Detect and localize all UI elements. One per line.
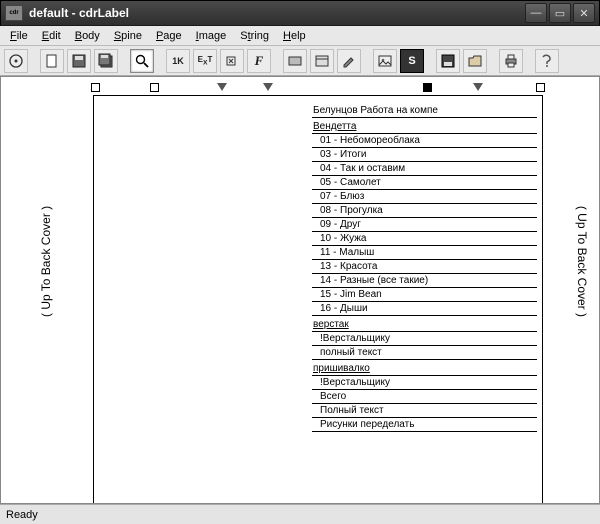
status-text: Ready xyxy=(6,509,38,521)
ruler-handle[interactable] xyxy=(91,83,100,92)
save-all-icon[interactable] xyxy=(94,49,118,73)
window-buttons: — ▭ ✕ xyxy=(525,3,595,23)
track-row[interactable]: 16 - Дыши xyxy=(312,302,537,316)
statusbar: Ready xyxy=(0,504,600,524)
menu-body-label: ody xyxy=(82,30,100,42)
ruler-marker-icon xyxy=(217,83,227,91)
track-list: Белунцов Работа на компе Вендетта 01 - Н… xyxy=(312,104,537,432)
ruler xyxy=(1,83,599,93)
menu-spine[interactable]: Spine xyxy=(108,28,148,44)
menu-file-label: ile xyxy=(17,30,28,42)
menu-string-label: String xyxy=(240,30,269,42)
group-header[interactable]: Белунцов Работа на компе xyxy=(312,104,537,118)
menu-string[interactable]: String xyxy=(234,28,275,44)
left-side-label: ( Up To Back Cover ) xyxy=(39,206,53,317)
right-side-label: ( Up To Back Cover ) xyxy=(575,206,589,317)
track-row[interactable]: 05 - Самолет xyxy=(312,176,537,190)
menu-help-label: elp xyxy=(291,30,306,42)
titlebar: cdr default - cdrLabel — ▭ ✕ xyxy=(0,0,600,26)
ruler-marker-icon xyxy=(263,83,273,91)
track-row[interactable]: Всего xyxy=(312,390,537,404)
disk-icon[interactable] xyxy=(436,49,460,73)
track-row[interactable]: 09 - Друг xyxy=(312,218,537,232)
1k-label: 1K xyxy=(172,56,184,66)
track-row[interactable]: 01 - Небомореоблака xyxy=(312,134,537,148)
group-header[interactable]: пришивалко xyxy=(312,362,537,376)
maximize-button[interactable]: ▭ xyxy=(549,3,571,23)
track-row[interactable]: 15 - Jim Bean xyxy=(312,288,537,302)
track-row[interactable]: 08 - Прогулка xyxy=(312,204,537,218)
workspace[interactable]: ( Up To Back Cover ) ( Up To Back Cover … xyxy=(0,76,600,504)
s-button[interactable]: S xyxy=(400,49,424,73)
palette-icon[interactable] xyxy=(283,49,307,73)
menu-help[interactable]: Help xyxy=(277,28,312,44)
zoom-icon[interactable] xyxy=(130,49,154,73)
edit-icon[interactable] xyxy=(337,49,361,73)
menu-file[interactable]: File xyxy=(4,28,34,44)
font-icon[interactable]: F xyxy=(247,49,271,73)
window-icon[interactable] xyxy=(310,49,334,73)
track-row[interactable]: !Верстальщику xyxy=(312,332,537,346)
1k-button[interactable]: 1K xyxy=(166,49,190,73)
help-icon[interactable] xyxy=(535,49,559,73)
track-row[interactable]: 10 - Жужа xyxy=(312,232,537,246)
track-row[interactable]: 03 - Итоги xyxy=(312,148,537,162)
track-row[interactable]: 13 - Красота xyxy=(312,260,537,274)
tool-script-icon[interactable] xyxy=(220,49,244,73)
label-page[interactable]: Белунцов Работа на компе Вендетта 01 - Н… xyxy=(93,95,543,504)
track-row[interactable]: 07 - Блюз xyxy=(312,190,537,204)
menu-image-label: mage xyxy=(199,30,227,42)
menu-edit-label: dit xyxy=(49,30,61,42)
ruler-marker-icon xyxy=(473,83,483,91)
track-row[interactable]: 04 - Так и оставим xyxy=(312,162,537,176)
menu-body[interactable]: Body xyxy=(69,28,106,44)
menu-spine-label: pine xyxy=(121,30,142,42)
ruler-handle[interactable] xyxy=(536,83,545,92)
track-row[interactable]: 11 - Малыш xyxy=(312,246,537,260)
window-title: default - cdrLabel xyxy=(29,6,525,20)
track-row[interactable]: Полный текст xyxy=(312,404,537,418)
ext-button[interactable]: EXT xyxy=(193,49,217,73)
group-header[interactable]: Вендетта xyxy=(312,120,537,134)
disc-icon[interactable] xyxy=(4,49,28,73)
image-icon[interactable] xyxy=(373,49,397,73)
toolbar: 1K EXT F S xyxy=(0,46,600,76)
menu-image[interactable]: Image xyxy=(190,28,233,44)
track-row[interactable]: Рисунки переделать xyxy=(312,418,537,432)
track-row[interactable]: полный текст xyxy=(312,346,537,360)
ruler-handle[interactable] xyxy=(150,83,159,92)
save-icon[interactable] xyxy=(67,49,91,73)
track-row[interactable]: 14 - Разные (все такие) xyxy=(312,274,537,288)
app-icon: cdr xyxy=(5,5,23,21)
close-button[interactable]: ✕ xyxy=(573,3,595,23)
ruler-handle-active[interactable] xyxy=(423,83,432,92)
open-icon[interactable] xyxy=(463,49,487,73)
menu-page-label: age xyxy=(163,30,181,42)
track-row[interactable]: !Верстальщику xyxy=(312,376,537,390)
new-icon[interactable] xyxy=(40,49,64,73)
group-header[interactable]: верстак xyxy=(312,318,537,332)
minimize-button[interactable]: — xyxy=(525,3,547,23)
menu-edit[interactable]: Edit xyxy=(36,28,67,44)
menu-page[interactable]: Page xyxy=(150,28,188,44)
menubar: File Edit Body Spine Page Image String H… xyxy=(0,26,600,46)
ext-label: EXT xyxy=(198,55,213,67)
print-icon[interactable] xyxy=(499,49,523,73)
